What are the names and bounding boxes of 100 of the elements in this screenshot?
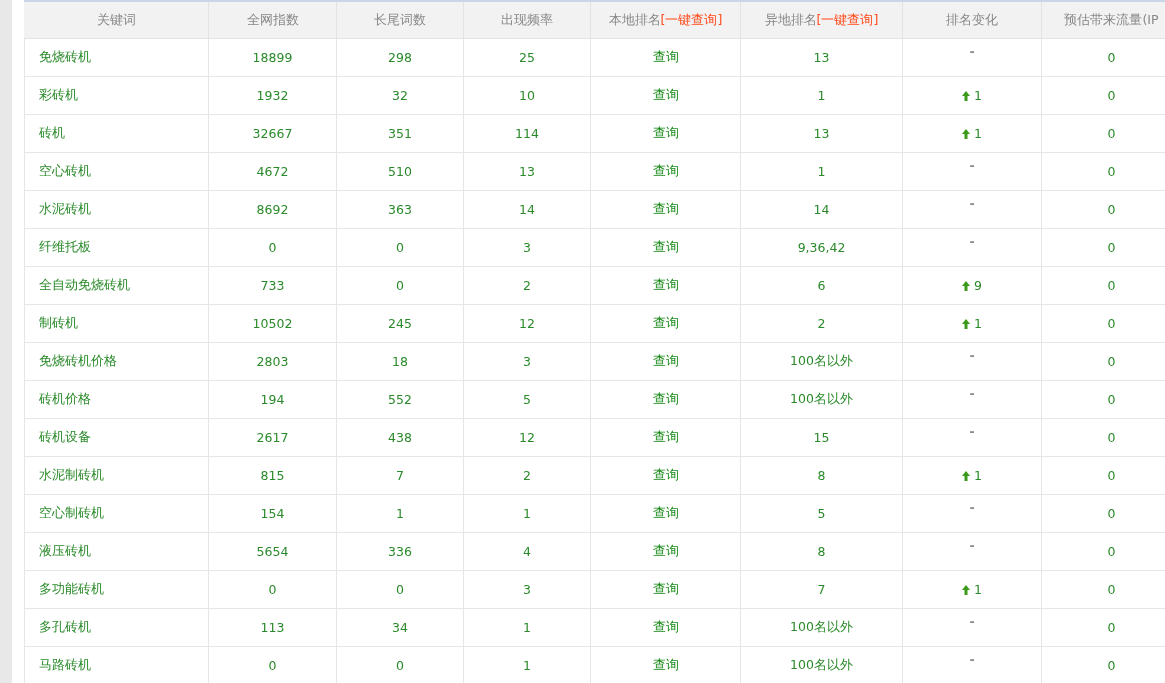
table-cell: 32 <box>337 77 464 115</box>
table-cell: 2 <box>464 457 591 495</box>
keyword-cell: 液压砖机 <box>24 533 209 571</box>
query-all-link[interactable]: [一键查询] <box>816 11 879 29</box>
query-link[interactable]: 查询 <box>652 505 679 522</box>
query-link[interactable]: 查询 <box>652 125 679 142</box>
keyword-cell: 马路砖机 <box>24 647 209 683</box>
table-cell: 9,36,42 <box>741 229 903 267</box>
table-cell: 0 <box>337 229 464 267</box>
table-cell: 14 <box>741 191 903 229</box>
table-cell: 0 <box>1042 115 1165 153</box>
table-cell: 5 <box>741 495 903 533</box>
table-cell: 0 <box>1042 77 1165 115</box>
table-cell: 3 <box>464 571 591 609</box>
column-label: 出现频率 <box>501 11 553 29</box>
table-cell: 0 <box>1042 267 1165 305</box>
table-cell: 1 <box>741 77 903 115</box>
table-cell: 438 <box>337 419 464 457</box>
query-link[interactable]: 查询 <box>652 353 679 370</box>
table-cell: 298 <box>337 39 464 77</box>
table-cell: 6 <box>741 267 903 305</box>
query-link[interactable]: 查询 <box>652 467 679 484</box>
query-link[interactable]: 查询 <box>652 163 679 180</box>
query-link[interactable]: 查询 <box>652 49 679 66</box>
table-cell: 18 <box>337 343 464 381</box>
table-cell: 0 <box>1042 305 1165 343</box>
table-cell: 4672 <box>209 153 337 191</box>
query-link[interactable]: 查询 <box>652 429 679 446</box>
table-cell: 100名以外 <box>741 647 903 683</box>
keyword-cell: 制砖机 <box>24 305 209 343</box>
no-change-mark: - <box>969 424 975 439</box>
query-link[interactable]: 查询 <box>652 543 679 560</box>
table-cell: 8 <box>741 533 903 571</box>
table-cell: 13 <box>464 153 591 191</box>
column-label: 关键词 <box>96 11 136 29</box>
table-cell: 1 <box>464 495 591 533</box>
rank-change: 9 <box>974 278 982 293</box>
table-cell: 0 <box>1042 647 1165 683</box>
no-change-mark: - <box>969 500 975 515</box>
table-cell: 5 <box>464 381 591 419</box>
table-cell: 0 <box>1042 495 1165 533</box>
table-cell: 34 <box>337 609 464 647</box>
table-cell: 5654 <box>209 533 337 571</box>
table-cell: 0 <box>1042 191 1165 229</box>
no-change-mark: - <box>969 652 975 667</box>
keyword-cell: 纤维托板 <box>24 229 209 267</box>
keyword-cell: 免烧砖机价格 <box>24 343 209 381</box>
table-cell: 0 <box>1042 39 1165 77</box>
no-change-mark: - <box>969 44 975 59</box>
table-cell: 0 <box>337 647 464 683</box>
query-link[interactable]: 查询 <box>652 391 679 408</box>
no-change-mark: - <box>969 196 975 211</box>
table-cell: 0 <box>209 229 337 267</box>
rank-change: 1 <box>974 468 982 483</box>
table-cell: 25 <box>464 39 591 77</box>
table-cell: 0 <box>209 647 337 683</box>
table-cell: 8 <box>741 457 903 495</box>
table-cell: 12 <box>464 305 591 343</box>
no-change-mark: - <box>969 614 975 629</box>
table-cell: 351 <box>337 115 464 153</box>
table-cell: 1932 <box>209 77 337 115</box>
table-cell: 552 <box>337 381 464 419</box>
table-cell: 113 <box>209 609 337 647</box>
table-cell: 100名以外 <box>741 381 903 419</box>
table-cell: 8692 <box>209 191 337 229</box>
rank-change: 1 <box>974 316 982 331</box>
query-all-link[interactable]: [一键查询] <box>660 11 723 29</box>
rank-change: 1 <box>974 88 982 103</box>
query-link[interactable]: 查询 <box>652 239 679 256</box>
keyword-cell: 多孔砖机 <box>24 609 209 647</box>
rank-change: 1 <box>974 582 982 597</box>
keyword-cell: 砖机价格 <box>24 381 209 419</box>
table-cell: 0 <box>337 267 464 305</box>
table-cell: 2803 <box>209 343 337 381</box>
table-cell: 1 <box>337 495 464 533</box>
table-cell: 0 <box>1042 229 1165 267</box>
table-cell: 0 <box>1042 419 1165 457</box>
query-link[interactable]: 查询 <box>652 619 679 636</box>
table-cell: 3 <box>464 343 591 381</box>
table-cell: 245 <box>337 305 464 343</box>
query-link[interactable]: 查询 <box>652 581 679 598</box>
query-link[interactable]: 查询 <box>652 201 679 218</box>
table-cell: 733 <box>209 267 337 305</box>
table-cell: 100名以外 <box>741 343 903 381</box>
query-link[interactable]: 查询 <box>652 657 679 674</box>
table-cell: 114 <box>464 115 591 153</box>
rank-change: 1 <box>974 126 982 141</box>
table-cell: 32667 <box>209 115 337 153</box>
column-label: 长尾词数 <box>374 11 426 29</box>
table-cell: 0 <box>209 571 337 609</box>
query-link[interactable]: 查询 <box>652 315 679 332</box>
no-change-mark: - <box>969 538 975 553</box>
query-link[interactable]: 查询 <box>652 87 679 104</box>
keyword-cell: 全自动免烧砖机 <box>24 267 209 305</box>
table-cell: 13 <box>741 115 903 153</box>
query-link[interactable]: 查询 <box>652 277 679 294</box>
keyword-cell: 空心制砖机 <box>24 495 209 533</box>
column-label: 本地排名 <box>608 11 661 29</box>
keyword-cell: 砖机设备 <box>24 419 209 457</box>
no-change-mark: - <box>969 234 975 249</box>
